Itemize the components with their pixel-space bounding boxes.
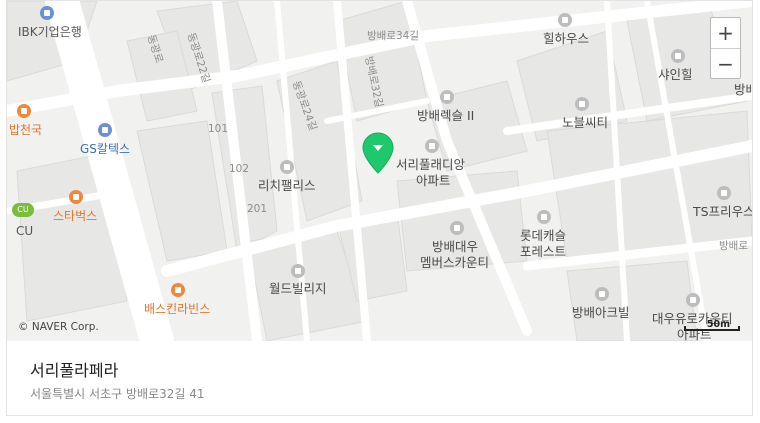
place-card[interactable]: 방배로34길 방배로32길 동광로24길 동광로22길 동광로 방배로 IBK기… [6, 0, 753, 416]
poi-label-lottecastle-2[interactable]: 포레스트 [520, 245, 566, 259]
poi-label-bapcheonguk[interactable]: 밥천국 [9, 123, 42, 137]
poi-label-noblecity[interactable]: 노블씨티 [562, 116, 608, 130]
road-label-34: 방배로34길 [367, 30, 420, 42]
building-number-102: 102 [229, 163, 250, 175]
poi-label-worldvillage[interactable]: 월드빌리지 [269, 282, 327, 296]
dessert-icon[interactable] [171, 283, 185, 297]
poi-label-bangbae[interactable]: 방배 [734, 83, 752, 97]
building-icon[interactable] [671, 49, 685, 63]
building-number-101: 101 [208, 123, 229, 135]
place-name[interactable]: 서리풀라페라 [30, 357, 118, 381]
bank-icon[interactable] [40, 6, 54, 20]
place-address: 서울특별시 서초구 방배로32길 41 [30, 387, 205, 401]
poi-label-lottecastle[interactable]: 롯데캐슬 [520, 229, 566, 243]
zoom-in-button[interactable]: + [711, 18, 740, 48]
map-view[interactable]: 방배로34길 방배로32길 동광로24길 동광로22길 동광로 방배로 IBK기… [7, 1, 752, 341]
building-icon[interactable] [425, 139, 439, 153]
poi-label-starbucks[interactable]: 스타벅스 [53, 209, 97, 223]
cafe-icon[interactable] [69, 190, 83, 204]
map-copyright: © NAVER Corp. [18, 321, 99, 333]
building-icon[interactable] [717, 186, 731, 200]
poi-label-baskin[interactable]: 배스킨라빈스 [144, 302, 210, 316]
zoom-control: + − [710, 17, 741, 79]
zoom-out-button[interactable]: − [711, 49, 740, 79]
poi-label-seoripuradian-2[interactable]: 아파트 [416, 174, 451, 188]
building-icon[interactable] [575, 97, 589, 111]
building-icon[interactable] [450, 221, 464, 235]
poi-label-tsfreus[interactable]: TS프리우스 [693, 205, 752, 219]
scale-bar: 50m [684, 319, 740, 331]
building-icon[interactable] [595, 287, 609, 301]
building-icon[interactable] [537, 210, 551, 224]
poi-label-bangbaeleksle[interactable]: 방배렉슬 II [417, 109, 474, 123]
gas-station-icon[interactable] [98, 123, 112, 137]
scale-line [684, 326, 740, 331]
building-icon[interactable] [291, 264, 305, 278]
building-icon[interactable] [558, 13, 572, 27]
restaurant-icon[interactable] [17, 104, 31, 118]
poi-label-richpalace[interactable]: 리치팰리스 [258, 179, 316, 193]
building-icon[interactable] [440, 90, 454, 104]
building-icon[interactable] [686, 293, 700, 307]
location-pin-icon[interactable] [362, 132, 394, 174]
poi-label-ibk[interactable]: IBK기업은행 [18, 25, 82, 39]
poi-label-hillhouse[interactable]: 힐하우스 [543, 32, 589, 46]
road-label-right: 방배로 [719, 240, 748, 252]
building-icon[interactable] [280, 160, 294, 174]
poi-label-seoripuradian[interactable]: 서리풀래디앙 [396, 158, 465, 172]
poi-label-bangbaedaewoo[interactable]: 방배대우 [432, 240, 478, 254]
poi-label-cu[interactable]: CU [16, 224, 33, 238]
building-number-201: 201 [247, 203, 268, 215]
poi-label-bangbaeacre[interactable]: 방배아크빌 [572, 306, 630, 320]
poi-label-gscaltex[interactable]: GS칼텍스 [80, 142, 130, 156]
poi-label-bangbaedaewoo-2[interactable]: 멤버스카운티 [420, 256, 489, 270]
poi-label-shinehill[interactable]: 샤인힐 [658, 68, 693, 82]
convenience-store-icon[interactable]: CU [12, 203, 34, 217]
